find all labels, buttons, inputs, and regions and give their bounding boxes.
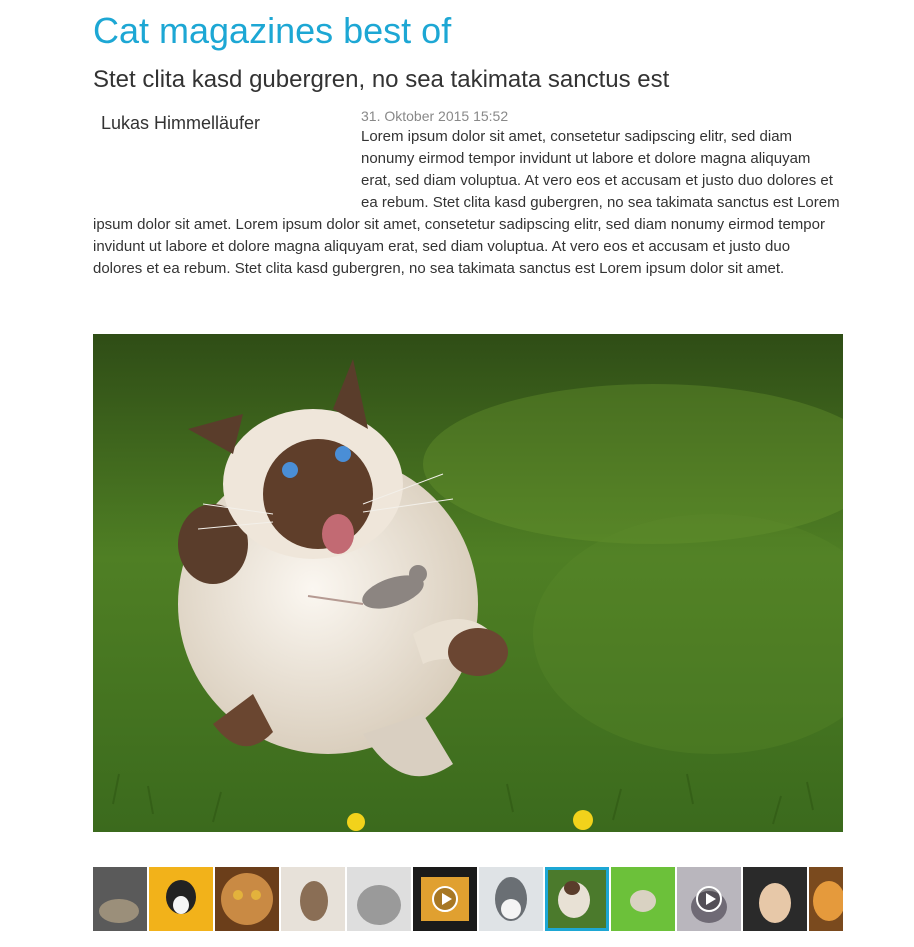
author-block: Lukas Himmelläufer (93, 106, 361, 204)
thumbnail-strip (93, 867, 843, 931)
thumbnail[interactable] (611, 867, 675, 931)
thumbnail[interactable] (215, 867, 279, 931)
thumbnail[interactable] (479, 867, 543, 931)
thumbnail-video[interactable] (413, 867, 477, 931)
thumbnail[interactable] (149, 867, 213, 931)
main-image[interactable] (93, 334, 843, 832)
thumbnail-video[interactable] (677, 867, 741, 931)
thumbnail[interactable] (347, 867, 411, 931)
play-icon (696, 886, 722, 912)
cat-photo-illustration (93, 334, 843, 832)
thumbnail[interactable] (281, 867, 345, 931)
thumbnail[interactable] (809, 867, 843, 931)
thumbnail-active[interactable] (545, 867, 609, 931)
play-icon (432, 886, 458, 912)
page-title: Cat magazines best of (93, 10, 452, 51)
thumbnail[interactable] (93, 867, 147, 931)
thumbnail[interactable] (743, 867, 807, 931)
article-subtitle: Stet clita kasd gubergren, no sea takima… (93, 66, 670, 93)
article-content: Lukas Himmelläufer 31. Oktober 2015 15:5… (93, 106, 843, 280)
author-name: Lukas Himmelläufer (101, 113, 261, 133)
